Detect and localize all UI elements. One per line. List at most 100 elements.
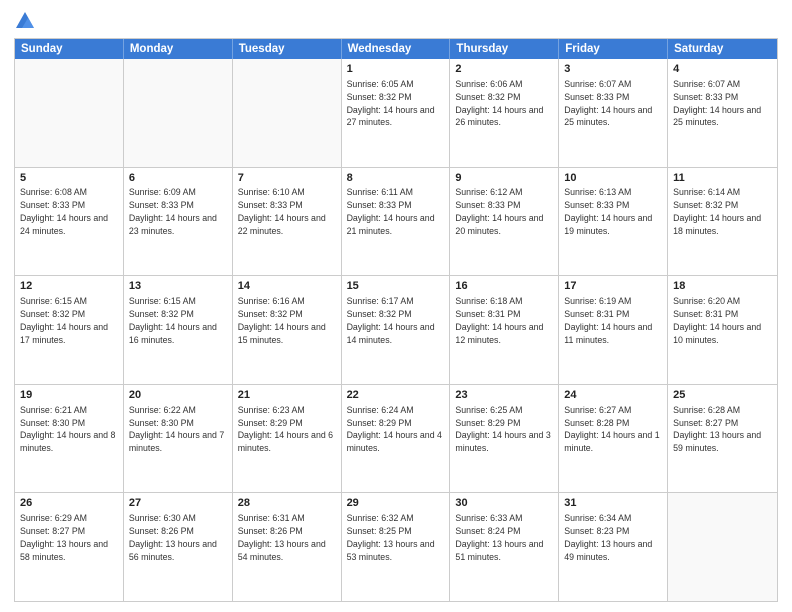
calendar-cell	[124, 59, 233, 167]
calendar-header-cell: Wednesday	[342, 39, 451, 59]
cell-text: Sunrise: 6:28 AMSunset: 8:27 PMDaylight:…	[673, 405, 761, 454]
day-number: 28	[238, 496, 336, 511]
calendar-cell	[233, 59, 342, 167]
calendar-header-cell: Monday	[124, 39, 233, 59]
cell-text: Sunrise: 6:24 AMSunset: 8:29 PMDaylight:…	[347, 405, 442, 454]
calendar: SundayMondayTuesdayWednesdayThursdayFrid…	[14, 38, 778, 602]
cell-text: Sunrise: 6:22 AMSunset: 8:30 PMDaylight:…	[129, 405, 224, 454]
calendar-cell: 18 Sunrise: 6:20 AMSunset: 8:31 PMDayligh…	[668, 276, 777, 384]
calendar-cell	[15, 59, 124, 167]
cell-text: Sunrise: 6:14 AMSunset: 8:32 PMDaylight:…	[673, 187, 761, 236]
cell-text: Sunrise: 6:07 AMSunset: 8:33 PMDaylight:…	[673, 79, 761, 128]
cell-text: Sunrise: 6:30 AMSunset: 8:26 PMDaylight:…	[129, 513, 217, 562]
cell-text: Sunrise: 6:07 AMSunset: 8:33 PMDaylight:…	[564, 79, 652, 128]
day-number: 20	[129, 388, 227, 403]
calendar-row: 26 Sunrise: 6:29 AMSunset: 8:27 PMDayligh…	[15, 493, 777, 601]
calendar-cell: 14Sunrise: 6:16 AMSunset: 8:32 PMDayligh…	[233, 276, 342, 384]
calendar-cell: 24Sunrise: 6:27 AMSunset: 8:28 PMDayligh…	[559, 385, 668, 493]
header	[14, 10, 778, 32]
day-number: 23	[455, 388, 553, 403]
day-number: 10	[564, 171, 662, 186]
calendar-cell: 15 Sunrise: 6:17 AMSunset: 8:32 PMDayligh…	[342, 276, 451, 384]
cell-text: Sunrise: 6:06 AMSunset: 8:32 PMDaylight:…	[455, 79, 543, 128]
day-number: 17	[564, 279, 662, 294]
cell-text: Sunrise: 6:29 AMSunset: 8:27 PMDaylight:…	[20, 513, 108, 562]
cell-text: Sunrise: 6:10 AMSunset: 8:33 PMDaylight:…	[238, 187, 326, 236]
calendar-cell: 20 Sunrise: 6:22 AMSunset: 8:30 PMDayligh…	[124, 385, 233, 493]
calendar-row: 5Sunrise: 6:08 AMSunset: 8:33 PMDaylight…	[15, 168, 777, 277]
calendar-cell: 25 Sunrise: 6:28 AMSunset: 8:27 PMDayligh…	[668, 385, 777, 493]
day-number: 26	[20, 496, 118, 511]
calendar-cell: 4 Sunrise: 6:07 AMSunset: 8:33 PMDaylight…	[668, 59, 777, 167]
calendar-cell: 17 Sunrise: 6:19 AMSunset: 8:31 PMDayligh…	[559, 276, 668, 384]
cell-text: Sunrise: 6:32 AMSunset: 8:25 PMDaylight:…	[347, 513, 435, 562]
day-number: 22	[347, 388, 445, 403]
logo-icon	[14, 10, 36, 32]
calendar-cell: 29 Sunrise: 6:32 AMSunset: 8:25 PMDayligh…	[342, 493, 451, 601]
calendar-header-cell: Thursday	[450, 39, 559, 59]
calendar-cell: 10Sunrise: 6:13 AMSunset: 8:33 PMDayligh…	[559, 168, 668, 276]
page: SundayMondayTuesdayWednesdayThursdayFrid…	[0, 0, 792, 612]
cell-text: Sunrise: 6:21 AMSunset: 8:30 PMDaylight:…	[20, 405, 115, 454]
cell-text: Sunrise: 6:13 AMSunset: 8:33 PMDaylight:…	[564, 187, 652, 236]
cell-text: Sunrise: 6:23 AMSunset: 8:29 PMDaylight:…	[238, 405, 333, 454]
day-number: 29	[347, 496, 445, 511]
calendar-row: 1Sunrise: 6:05 AMSunset: 8:32 PMDaylight…	[15, 59, 777, 168]
calendar-cell: 5Sunrise: 6:08 AMSunset: 8:33 PMDaylight…	[15, 168, 124, 276]
cell-text: Sunrise: 6:17 AMSunset: 8:32 PMDaylight:…	[347, 296, 435, 345]
cell-text: Sunrise: 6:12 AMSunset: 8:33 PMDaylight:…	[455, 187, 543, 236]
day-number: 12	[20, 279, 118, 294]
calendar-cell: 11Sunrise: 6:14 AMSunset: 8:32 PMDayligh…	[668, 168, 777, 276]
cell-text: Sunrise: 6:18 AMSunset: 8:31 PMDaylight:…	[455, 296, 543, 345]
day-number: 30	[455, 496, 553, 511]
cell-text: Sunrise: 6:15 AMSunset: 8:32 PMDaylight:…	[20, 296, 108, 345]
calendar-body: 1Sunrise: 6:05 AMSunset: 8:32 PMDaylight…	[15, 59, 777, 601]
day-number: 11	[673, 171, 772, 186]
calendar-cell: 2 Sunrise: 6:06 AMSunset: 8:32 PMDaylight…	[450, 59, 559, 167]
day-number: 8	[347, 171, 445, 186]
calendar-cell: 7Sunrise: 6:10 AMSunset: 8:33 PMDaylight…	[233, 168, 342, 276]
calendar-header-cell: Tuesday	[233, 39, 342, 59]
cell-text: Sunrise: 6:27 AMSunset: 8:28 PMDaylight:…	[564, 405, 659, 454]
day-number: 4	[673, 62, 772, 77]
calendar-cell: 23 Sunrise: 6:25 AMSunset: 8:29 PMDayligh…	[450, 385, 559, 493]
calendar-cell: 28 Sunrise: 6:31 AMSunset: 8:26 PMDayligh…	[233, 493, 342, 601]
day-number: 2	[455, 62, 553, 77]
day-number: 3	[564, 62, 662, 77]
calendar-cell: 8Sunrise: 6:11 AMSunset: 8:33 PMDaylight…	[342, 168, 451, 276]
calendar-cell: 26 Sunrise: 6:29 AMSunset: 8:27 PMDayligh…	[15, 493, 124, 601]
cell-text: Sunrise: 6:33 AMSunset: 8:24 PMDaylight:…	[455, 513, 543, 562]
day-number: 16	[455, 279, 553, 294]
calendar-cell: 3 Sunrise: 6:07 AMSunset: 8:33 PMDaylight…	[559, 59, 668, 167]
day-number: 13	[129, 279, 227, 294]
day-number: 25	[673, 388, 772, 403]
day-number: 14	[238, 279, 336, 294]
calendar-row: 19 Sunrise: 6:21 AMSunset: 8:30 PMDayligh…	[15, 385, 777, 494]
day-number: 18	[673, 279, 772, 294]
cell-text: Sunrise: 6:15 AMSunset: 8:32 PMDaylight:…	[129, 296, 217, 345]
calendar-cell: 16 Sunrise: 6:18 AMSunset: 8:31 PMDayligh…	[450, 276, 559, 384]
day-number: 19	[20, 388, 118, 403]
day-number: 21	[238, 388, 336, 403]
calendar-cell: 22 Sunrise: 6:24 AMSunset: 8:29 PMDayligh…	[342, 385, 451, 493]
calendar-cell: 19 Sunrise: 6:21 AMSunset: 8:30 PMDayligh…	[15, 385, 124, 493]
calendar-cell: 6Sunrise: 6:09 AMSunset: 8:33 PMDaylight…	[124, 168, 233, 276]
day-number: 27	[129, 496, 227, 511]
cell-text: Sunrise: 6:20 AMSunset: 8:31 PMDaylight:…	[673, 296, 761, 345]
calendar-cell: 1Sunrise: 6:05 AMSunset: 8:32 PMDaylight…	[342, 59, 451, 167]
calendar-header-cell: Saturday	[668, 39, 777, 59]
cell-text: Sunrise: 6:19 AMSunset: 8:31 PMDaylight:…	[564, 296, 652, 345]
day-number: 15	[347, 279, 445, 294]
calendar-cell: 9Sunrise: 6:12 AMSunset: 8:33 PMDaylight…	[450, 168, 559, 276]
day-number: 6	[129, 171, 227, 186]
calendar-cell: 13 Sunrise: 6:15 AMSunset: 8:32 PMDayligh…	[124, 276, 233, 384]
cell-text: Sunrise: 6:31 AMSunset: 8:26 PMDaylight:…	[238, 513, 326, 562]
cell-text: Sunrise: 6:25 AMSunset: 8:29 PMDaylight:…	[455, 405, 550, 454]
calendar-row: 12 Sunrise: 6:15 AMSunset: 8:32 PMDayligh…	[15, 276, 777, 385]
calendar-cell: 31Sunrise: 6:34 AMSunset: 8:23 PMDayligh…	[559, 493, 668, 601]
calendar-cell: 30 Sunrise: 6:33 AMSunset: 8:24 PMDayligh…	[450, 493, 559, 601]
cell-text: Sunrise: 6:05 AMSunset: 8:32 PMDaylight:…	[347, 79, 435, 128]
cell-text: Sunrise: 6:11 AMSunset: 8:33 PMDaylight:…	[347, 187, 435, 236]
calendar-header-cell: Friday	[559, 39, 668, 59]
calendar-cell: 21 Sunrise: 6:23 AMSunset: 8:29 PMDayligh…	[233, 385, 342, 493]
